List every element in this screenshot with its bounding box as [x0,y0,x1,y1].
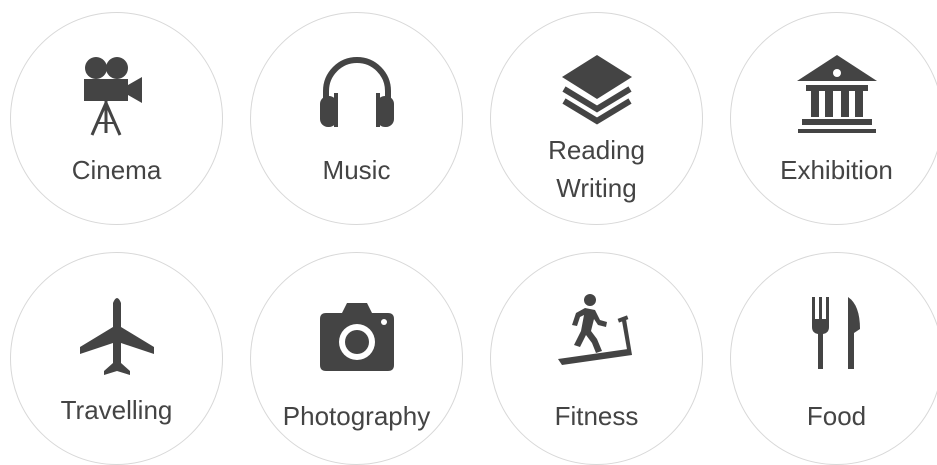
airplane-icon [72,289,162,379]
interest-label: Travelling [60,395,173,425]
layers-icon [552,47,642,137]
fork-knife-icon [792,291,882,381]
treadmill-runner-icon [552,291,642,381]
interest-tile-photography[interactable]: Photography [250,252,463,465]
interest-tile-exhibition[interactable]: Exhibition [730,12,937,225]
interest-label: Fitness [554,401,639,431]
interest-tile-food[interactable]: Food [730,252,937,465]
museum-icon [792,51,882,141]
interests-grid: Cinema Music Reading Writing Exhibition … [0,0,937,465]
interest-tile-cinema[interactable]: Cinema [10,12,223,225]
interest-label: Reading Writing [548,135,645,203]
interest-label: Music [322,155,391,185]
movie-camera-icon [72,51,162,141]
interest-tile-music[interactable]: Music [250,12,463,225]
interest-label: Food [806,401,867,431]
interest-label: Exhibition [780,155,893,185]
interest-tile-travelling[interactable]: Travelling [10,252,223,465]
interest-tile-fitness[interactable]: Fitness [490,252,703,465]
interest-label: Cinema [71,155,162,185]
camera-icon [312,293,402,383]
interest-label: Photography [282,401,431,431]
interest-tile-reading-writing[interactable]: Reading Writing [490,12,703,225]
headphones-icon [312,51,402,141]
